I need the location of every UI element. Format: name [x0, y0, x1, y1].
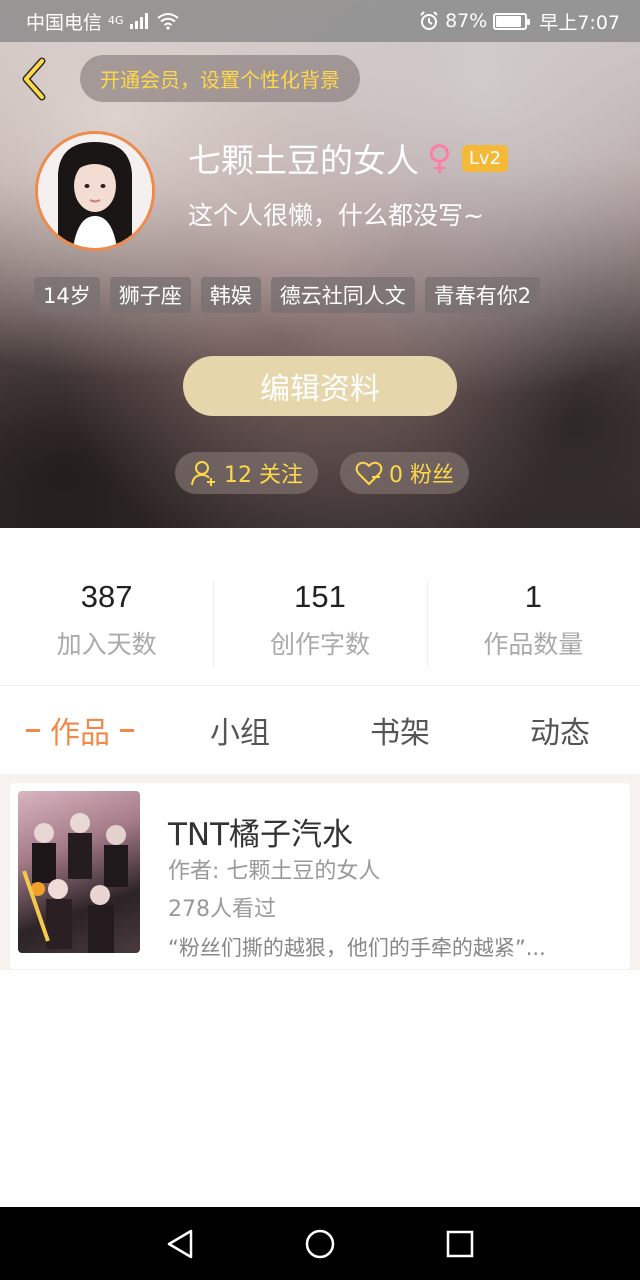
- stat-value: 1: [524, 579, 542, 614]
- status-bar: 中国电信 4G 87% 早上7:07: [0, 0, 640, 42]
- tab-indicator: [120, 728, 134, 732]
- profile-name-row: 七颗土豆的女人 ♀ Lv2: [188, 134, 509, 182]
- tab-activity[interactable]: 动态: [480, 686, 640, 774]
- tab-label: 动态: [530, 716, 590, 751]
- battery-icon: [493, 12, 531, 30]
- alarm-icon: [419, 11, 439, 31]
- stat-label: 作品数量: [483, 630, 584, 659]
- square-recents-icon: [446, 1230, 474, 1257]
- tab-bookshelf[interactable]: 书架: [320, 686, 480, 774]
- profile-bio: 这个人很懒，什么都没写~: [188, 201, 484, 230]
- stat-label: 创作字数: [269, 630, 370, 659]
- work-author: 作者: 七颗土豆的女人: [168, 859, 381, 884]
- tab-label: 小组: [210, 716, 270, 751]
- circle-home-icon: [305, 1229, 335, 1258]
- tab-indicator: [26, 728, 40, 732]
- tab-bar: 作品 小组 书架 动态: [0, 686, 640, 774]
- work-views: 278人看过: [168, 897, 276, 922]
- user-add-icon: [191, 461, 215, 486]
- profile-name: 七颗土豆的女人: [188, 141, 419, 180]
- wifi-icon: [156, 12, 180, 30]
- work-description: “粉丝们撕的越狠，他们的手牵的越紧”...: [168, 936, 546, 960]
- battery-percent: 87%: [445, 10, 488, 32]
- stat-value: 387: [80, 579, 133, 614]
- stat-value: 151: [294, 579, 346, 614]
- network-type: 4G: [108, 13, 124, 27]
- tab-label: 书架: [370, 716, 430, 751]
- following-button[interactable]: 12 关注: [175, 452, 318, 494]
- nav-back-button[interactable]: [160, 1224, 200, 1264]
- fans-count: 0 粉丝: [389, 463, 454, 488]
- back-button[interactable]: [16, 56, 52, 102]
- edit-profile-button[interactable]: 编辑资料: [183, 356, 457, 416]
- system-nav-bar: [0, 1207, 640, 1280]
- signal-icon: [129, 13, 150, 29]
- level-badge: Lv2: [461, 144, 509, 172]
- tab-groups[interactable]: 小组: [160, 686, 320, 774]
- clock: 早上7:07: [539, 11, 620, 34]
- stat-label: 加入天数: [56, 630, 157, 659]
- work-cover-image: [18, 791, 140, 953]
- tag-age: 14岁: [34, 277, 100, 313]
- tab-works[interactable]: 作品: [0, 686, 160, 774]
- nav-home-button[interactable]: [300, 1224, 340, 1264]
- tab-label: 作品: [50, 716, 110, 751]
- following-count: 12 关注: [224, 463, 303, 488]
- work-title: TNT橘子汽水: [168, 817, 354, 853]
- stat-works: 1 作品数量: [426, 575, 640, 670]
- vip-background-banner[interactable]: 开通会员，设置个性化背景: [80, 55, 360, 102]
- carrier-name: 中国电信: [26, 11, 103, 34]
- fans-button[interactable]: 0 粉丝: [340, 452, 469, 494]
- profile-tags: 14岁 狮子座 韩娱 德云社同人文 青春有你2: [34, 277, 541, 313]
- chevron-left-icon: [22, 57, 46, 101]
- triangle-back-icon: [167, 1229, 193, 1258]
- stats-row: 387 加入天数 151 创作字数 1 作品数量: [0, 575, 640, 670]
- tag-interest: 青春有你2: [424, 277, 541, 313]
- work-card[interactable]: TNT橘子汽水 作者: 七颗土豆的女人 278人看过 “粉丝们撕的越狠，他们的手…: [10, 783, 630, 969]
- avatar[interactable]: [35, 131, 155, 251]
- heart-icon: [355, 461, 383, 485]
- tag-zodiac: 狮子座: [109, 277, 191, 313]
- stat-words: 151 创作字数: [213, 575, 426, 670]
- tag-interest: 韩娱: [200, 277, 261, 313]
- nav-recents-button[interactable]: [440, 1224, 480, 1264]
- stat-days: 387 加入天数: [0, 575, 213, 670]
- tag-interest: 德云社同人文: [270, 277, 415, 313]
- female-icon: ♀: [427, 138, 452, 178]
